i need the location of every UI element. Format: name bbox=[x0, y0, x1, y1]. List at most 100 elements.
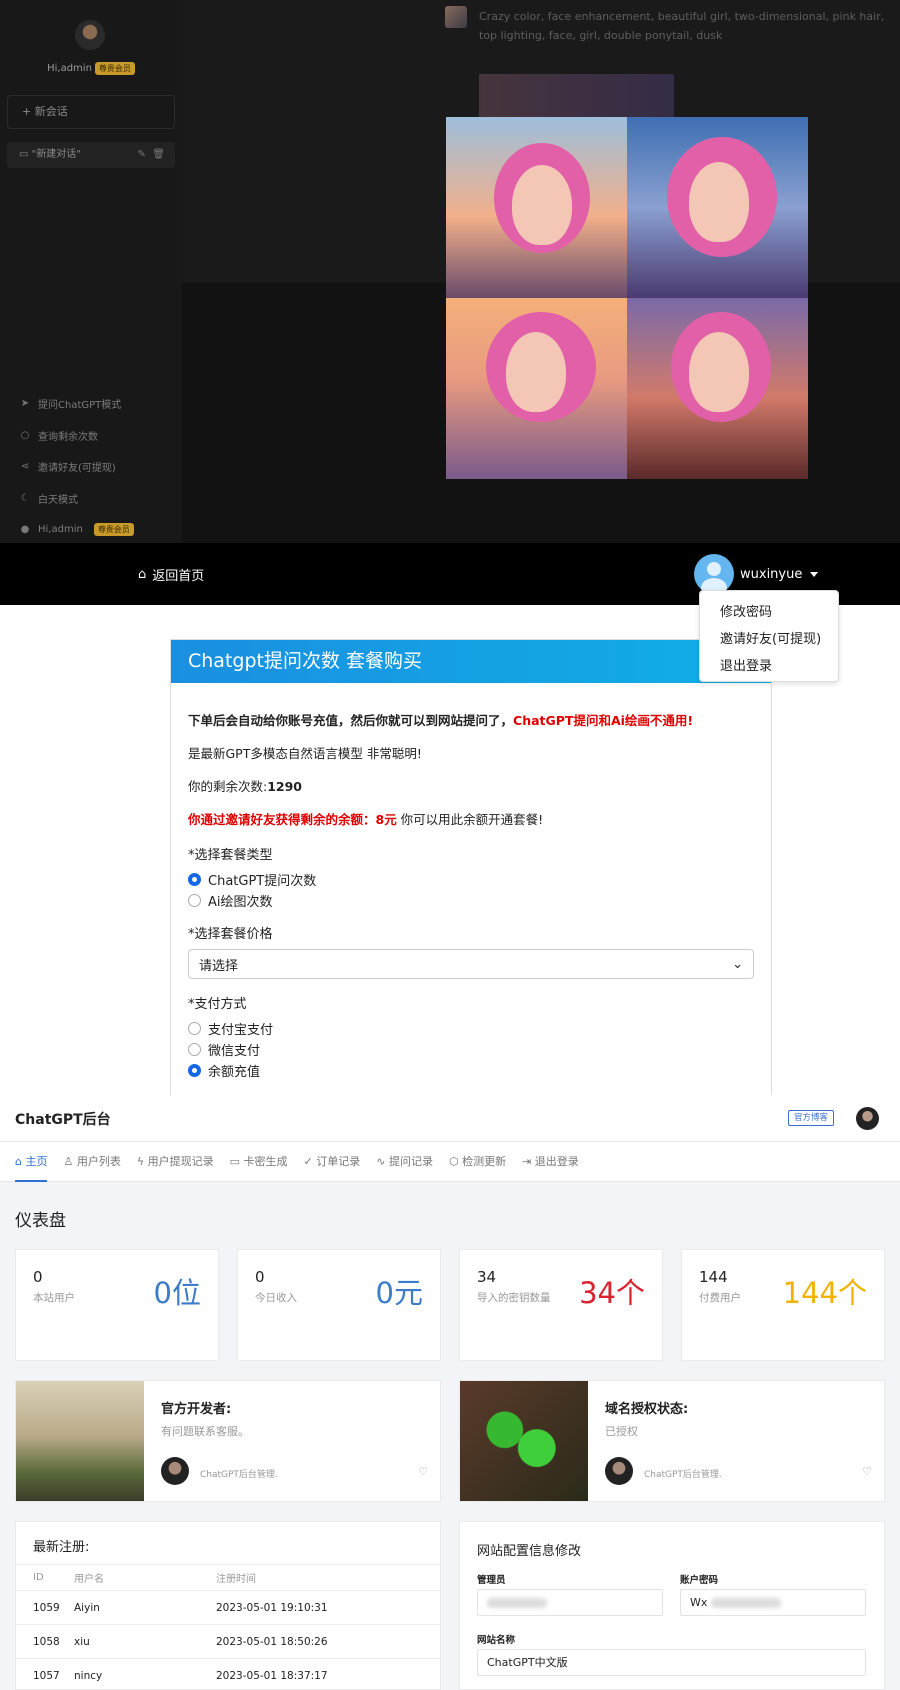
tab-label: 卡密生成 bbox=[243, 1154, 288, 1168]
generated-image-grid[interactable] bbox=[446, 117, 808, 479]
sidebar-item-ask-mode[interactable]: ➤ 提问ChatGPT模式 bbox=[20, 388, 170, 420]
home-link-label: 返回首页 bbox=[152, 568, 205, 584]
balance-info: 你通过邀请好友获得剩余的余额：8元 你可以用此余额开通套餐! bbox=[188, 812, 754, 828]
stat-value: 0 bbox=[33, 1268, 43, 1286]
stat-card-income: 0 今日收入 0元 bbox=[237, 1249, 441, 1361]
purchase-card: Chatgpt提问次数 套餐购买 下单后会自动给你账号充值，然后你就可以到网站提… bbox=[170, 639, 772, 1095]
radio-button[interactable] bbox=[188, 1022, 201, 1035]
face-shape bbox=[506, 332, 566, 412]
avatar bbox=[694, 554, 734, 594]
trash-icon[interactable]: 🗑 bbox=[152, 149, 165, 160]
radio-balance[interactable]: 余额充值 bbox=[188, 1060, 754, 1081]
plus-icon: + bbox=[22, 105, 32, 118]
tab-orders[interactable]: ✓ 订单记录 bbox=[304, 1142, 361, 1182]
avatar[interactable] bbox=[856, 1107, 879, 1130]
conversation-item[interactable]: ▭ "新建对话" ✎ 🗑 bbox=[7, 142, 175, 168]
stat-label: 付费用户 bbox=[699, 1292, 741, 1304]
tab-questions[interactable]: ∿ 提问记录 bbox=[376, 1142, 433, 1182]
price-select[interactable]: 请选择 ⌄ bbox=[188, 949, 754, 979]
tab-card-keys[interactable]: ▭ 卡密生成 bbox=[230, 1142, 288, 1182]
user-dropdown: 修改密码 邀请好友(可提现) 退出登录 bbox=[699, 590, 839, 682]
generated-image-4[interactable] bbox=[627, 298, 808, 479]
stat-big-value: 144个 bbox=[782, 1276, 867, 1310]
tab-logout[interactable]: ⇥ 退出登录 bbox=[522, 1142, 579, 1182]
stat-label: 今日收入 bbox=[255, 1292, 297, 1304]
column-header: 注册时间 bbox=[216, 1564, 440, 1591]
plan-type-label: *选择套餐类型 bbox=[188, 848, 273, 863]
box-icon: ⬡ bbox=[448, 1154, 459, 1168]
menu-item-change-password[interactable]: 修改密码 bbox=[700, 599, 838, 626]
chat-bubble-icon: ▭ bbox=[19, 149, 29, 160]
stat-label: 本站用户 bbox=[33, 1292, 75, 1304]
radio-ai-drawing-count[interactable]: Ai绘图次数 bbox=[188, 890, 754, 911]
remaining-count: 你的剩余次数:1290 bbox=[188, 779, 754, 795]
generated-image-1[interactable] bbox=[446, 117, 627, 298]
card-icon: ▭ bbox=[229, 1154, 241, 1168]
tab-home[interactable]: ⌂ 主页 bbox=[15, 1142, 48, 1182]
image-thumbnails[interactable] bbox=[479, 74, 674, 119]
password-value: Wx bbox=[690, 1596, 708, 1609]
remaining-value: 1290 bbox=[267, 779, 303, 794]
tab-withdrawals[interactable]: ϟ 用户提现记录 bbox=[137, 1142, 214, 1182]
stat-big-value: 0元 bbox=[375, 1276, 423, 1310]
table-header: ID 用户名 注册时间 bbox=[16, 1564, 440, 1591]
vip-badge: 尊贵会员 bbox=[93, 523, 134, 537]
tab-label: 检测更新 bbox=[462, 1154, 507, 1168]
generated-image-2[interactable] bbox=[627, 117, 808, 298]
tab-check-update[interactable]: ⬡ 检测更新 bbox=[449, 1142, 506, 1182]
admin-field[interactable] bbox=[477, 1589, 663, 1616]
new-chat-label: 新会话 bbox=[34, 105, 68, 118]
official-blog-button[interactable]: 官方博客 bbox=[788, 1110, 835, 1126]
password-field[interactable]: Wx bbox=[680, 1589, 866, 1616]
sidebar-item-remaining[interactable]: ○ 查询剩余次数 bbox=[20, 420, 170, 452]
sitename-field[interactable]: ChatGPT中文版 bbox=[477, 1649, 866, 1676]
radio-label: 余额充值 bbox=[208, 1065, 261, 1080]
chat-area: Crazy color, face enhancement, beautiful… bbox=[182, 0, 900, 543]
site-config-form: 网站配置信息修改 管理员 账户密码 Wx 网站名称 ChatGPT中文版 bbox=[459, 1521, 885, 1690]
admin-tabs: ⌂ 主页 ♙ 用户列表 ϟ 用户提现记录 ▭ 卡密生成 ✓ 订单记录 ∿ 提问记… bbox=[0, 1142, 900, 1182]
admin-header: ChatGPT后台 官方博客 bbox=[0, 1095, 900, 1142]
radio-button[interactable] bbox=[188, 1064, 201, 1077]
sidebar-item-user[interactable]: ● Hi,admin 尊贵会员 bbox=[20, 514, 170, 546]
radio-button[interactable] bbox=[188, 894, 201, 907]
card-subtitle: 已授权 bbox=[605, 1425, 638, 1438]
notice-text: 下单后会自动给你账号充值，然后你就可以到网站提问了， bbox=[188, 713, 514, 728]
tab-user-list[interactable]: ♙ 用户列表 bbox=[63, 1142, 120, 1182]
balance-note: 你可以用此余额开通套餐! bbox=[396, 812, 544, 827]
stat-value: 144 bbox=[699, 1268, 728, 1286]
radio-button[interactable] bbox=[188, 873, 201, 886]
card-author: ChatGPT后台管理. bbox=[200, 1470, 278, 1480]
sidebar-menu: ➤ 提问ChatGPT模式 ○ 查询剩余次数 ⋖ 邀请好友(可提现) ☾ 白天模式 ● H… bbox=[20, 388, 170, 546]
generated-image-3[interactable] bbox=[446, 298, 627, 479]
radio-chatgpt-count[interactable]: ChatGPT提问次数 bbox=[188, 869, 754, 890]
cell-id: 1058 bbox=[16, 1624, 74, 1659]
radio-alipay[interactable]: 支付宝支付 bbox=[188, 1018, 754, 1039]
card-body: 下单后会自动给你账号充值，然后你就可以到网站提问了，ChatGPT提问和Ai绘画… bbox=[171, 683, 771, 1081]
sidebar-item-label: 白天模式 bbox=[38, 494, 78, 506]
edit-icon[interactable]: ✎ bbox=[138, 149, 146, 160]
stat-label: 导入的密钥数量 bbox=[477, 1292, 551, 1304]
sidebar-item-theme[interactable]: ☾ 白天模式 bbox=[20, 483, 170, 515]
heart-icon[interactable]: ♡ bbox=[862, 1465, 872, 1478]
user-icon: ● bbox=[20, 524, 30, 536]
new-chat-button[interactable]: + 新会话 bbox=[7, 95, 175, 129]
password-field-label: 账户密码 bbox=[680, 1575, 719, 1586]
heart-icon[interactable]: ♡ bbox=[418, 1465, 428, 1478]
payment-group: 支付宝支付 微信支付 余额充值 bbox=[188, 1018, 754, 1081]
radio-button[interactable] bbox=[188, 1043, 201, 1056]
home-link[interactable]: ⌂ 返回首页 bbox=[138, 543, 204, 605]
stat-big-value: 34个 bbox=[579, 1276, 645, 1310]
avatar[interactable] bbox=[75, 20, 105, 50]
admin-dashboard: ChatGPT后台 官方博客 ⌂ 主页 ♙ 用户列表 ϟ 用户提现记录 ▭ 卡密… bbox=[0, 1095, 900, 1690]
card-subtitle: 有问题联系客服。 bbox=[161, 1425, 249, 1438]
menu-item-logout[interactable]: 退出登录 bbox=[700, 653, 838, 680]
face-shape bbox=[689, 332, 749, 412]
table-row: 1059 Aiyin 2023-05-01 19:10:31 bbox=[16, 1590, 440, 1625]
price-label: *选择套餐价格 bbox=[188, 927, 273, 942]
section-title: 网站配置信息修改 bbox=[477, 1544, 582, 1559]
tab-label: 退出登录 bbox=[534, 1154, 579, 1168]
radio-wechat[interactable]: 微信支付 bbox=[188, 1039, 754, 1060]
sidebar-item-invite[interactable]: ⋖ 邀请好友(可提现) bbox=[20, 451, 170, 483]
menu-item-invite[interactable]: 邀请好友(可提现) bbox=[700, 626, 838, 653]
chevron-down-icon: ⌄ bbox=[732, 956, 743, 972]
